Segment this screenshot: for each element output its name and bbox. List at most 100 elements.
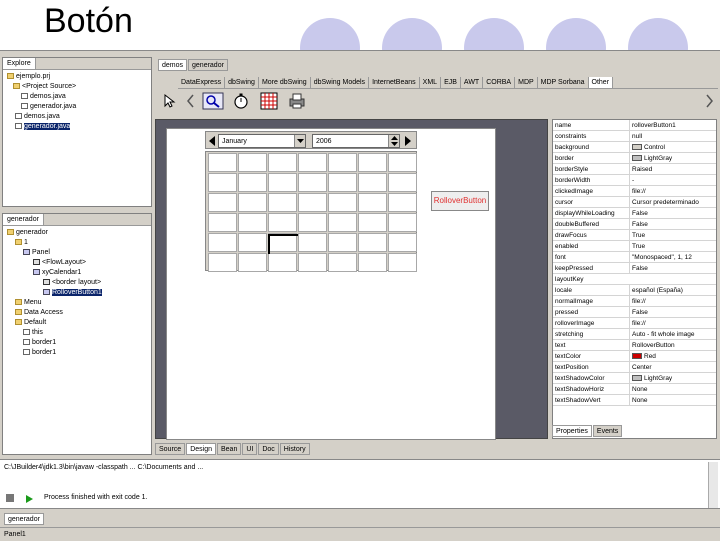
calendar-day-cell[interactable] (298, 173, 327, 192)
prev-arrow-icon[interactable] (208, 135, 216, 147)
calendar-day-cell[interactable] (298, 253, 327, 272)
tab-events[interactable]: Events (592, 425, 623, 437)
view-tab[interactable]: UI (242, 443, 258, 455)
property-row[interactable]: textShadowHoriz None (553, 384, 716, 395)
view-tab[interactable]: Bean (216, 443, 242, 455)
console-scrollbar[interactable] (708, 462, 718, 508)
printer-icon[interactable] (288, 92, 306, 110)
palette-tab[interactable]: dbSwing (225, 77, 259, 88)
calendar-day-cell[interactable] (268, 153, 297, 172)
calendar-day-cell[interactable] (268, 193, 297, 212)
calendar-day-cell[interactable] (238, 193, 267, 212)
property-row[interactable]: textPosition Center (553, 362, 716, 373)
property-value[interactable]: file:// (629, 186, 716, 197)
calendar-day-cell[interactable] (268, 253, 297, 272)
property-value[interactable]: rolloverButton1 (629, 120, 716, 131)
property-row[interactable]: layoutKey (553, 274, 716, 285)
tree-node[interactable]: Default (5, 318, 149, 328)
calendar-day-cell[interactable] (388, 213, 417, 232)
calendar-day-cell[interactable] (358, 153, 387, 172)
calendar-day-cell[interactable] (208, 253, 237, 272)
calendar-day-cell[interactable] (328, 253, 357, 272)
editor-tab-generador[interactable]: generador (188, 59, 228, 71)
tree-node[interactable]: generador.java (5, 102, 149, 112)
palette-tab[interactable]: EJB (441, 77, 461, 88)
tree-node[interactable]: <border layout> (5, 278, 149, 288)
tree-node[interactable]: demos.java (5, 112, 149, 122)
calendar-day-cell[interactable] (358, 253, 387, 272)
property-value[interactable]: Auto - fit whole image (629, 329, 716, 340)
calendar-day-cell[interactable] (388, 153, 417, 172)
tree-node[interactable]: this (5, 328, 149, 338)
calendar-day-cell[interactable] (328, 193, 357, 212)
tree-node[interactable]: border1 (5, 348, 149, 358)
chevron-left-icon[interactable] (182, 92, 200, 110)
palette-tab[interactable]: CORBA (483, 77, 516, 88)
tree-node[interactable]: Menu (5, 298, 149, 308)
property-value[interactable]: - (629, 175, 716, 186)
calendar-day-cell[interactable] (358, 233, 387, 252)
calendar-day-cell[interactable] (208, 173, 237, 192)
palette-tab[interactable]: AWT (461, 77, 484, 88)
calendar-day-cell[interactable] (298, 213, 327, 232)
property-value[interactable]: False (629, 219, 716, 230)
property-value[interactable]: None (629, 395, 716, 406)
calendar-day-cell[interactable] (208, 213, 237, 232)
property-value[interactable]: False (629, 263, 716, 274)
view-tab[interactable]: History (279, 443, 310, 455)
calendar-day-cell[interactable] (298, 233, 327, 252)
message-tab-generador[interactable]: generador (4, 513, 44, 525)
calendar-day-cell[interactable] (388, 233, 417, 252)
property-row[interactable]: text RolloverButton (553, 340, 716, 351)
grid-table-icon[interactable] (260, 92, 278, 110)
calendar-day-cell[interactable] (358, 213, 387, 232)
property-value[interactable]: "Monospaced", 1, 12 (629, 252, 716, 263)
property-value[interactable]: RolloverButton (629, 340, 716, 351)
calendar-day-cell[interactable] (298, 193, 327, 212)
tree-node[interactable]: RolloverButton1 (5, 288, 149, 298)
calendar-day-cell[interactable] (328, 173, 357, 192)
property-value[interactable]: False (629, 307, 716, 318)
property-value[interactable]: Cursor predeterminado (629, 197, 716, 208)
property-row[interactable]: textColor Red (553, 351, 716, 362)
tree-node[interactable]: <FlowLayout> (5, 258, 149, 268)
calendar-day-cell[interactable] (238, 233, 267, 252)
view-tab[interactable]: Source (155, 443, 186, 455)
design-form[interactable]: January 2006 RolloverButton (166, 128, 496, 440)
property-row[interactable]: rolloverImage file:// (553, 318, 716, 329)
stopwatch-icon[interactable] (232, 92, 250, 110)
property-value[interactable]: False (629, 208, 716, 219)
palette-tab[interactable]: MDP Sorbana (538, 77, 589, 88)
tree-node[interactable]: generador.java (5, 122, 149, 132)
palette-tab[interactable]: dbSwing Models (311, 77, 370, 88)
property-row[interactable]: name rolloverButton1 (553, 120, 716, 131)
tab-properties[interactable]: Properties (552, 425, 592, 437)
property-row[interactable]: border LightGray (553, 153, 716, 164)
property-row[interactable]: background Control (553, 142, 716, 153)
pointer-icon[interactable] (160, 92, 178, 110)
calendar-day-cell[interactable] (388, 193, 417, 212)
property-value[interactable]: español (España) (629, 285, 716, 296)
property-row[interactable]: font "Monospaced", 1, 12 (553, 252, 716, 263)
property-value[interactable]: True (629, 241, 716, 252)
palette-tab[interactable]: More dbSwing (259, 77, 311, 88)
property-row[interactable]: enabled True (553, 241, 716, 252)
property-row[interactable]: normalImage file:// (553, 296, 716, 307)
palette-tab[interactable]: InternetBeans (369, 77, 420, 88)
property-value[interactable]: Center (629, 362, 716, 373)
property-value[interactable]: file:// (629, 318, 716, 329)
palette-tab[interactable]: XML (420, 77, 442, 88)
palette-tab[interactable]: MDP (515, 77, 538, 88)
property-row[interactable]: locale español (España) (553, 285, 716, 296)
calendar-day-cell[interactable] (358, 173, 387, 192)
property-row[interactable]: textShadowColor LightGray (553, 373, 716, 384)
property-row[interactable]: stretching Auto - fit whole image (553, 329, 716, 340)
tree-node[interactable]: border1 (5, 338, 149, 348)
palette-tab[interactable]: DataExpress (178, 77, 226, 88)
month-select[interactable]: January (218, 134, 306, 148)
property-row[interactable]: keepPressed False (553, 263, 716, 274)
property-value[interactable]: file:// (629, 296, 716, 307)
calendar-component[interactable]: January 2006 (205, 131, 417, 272)
property-value[interactable]: null (629, 131, 716, 142)
property-row[interactable]: cursor Cursor predeterminado (553, 197, 716, 208)
